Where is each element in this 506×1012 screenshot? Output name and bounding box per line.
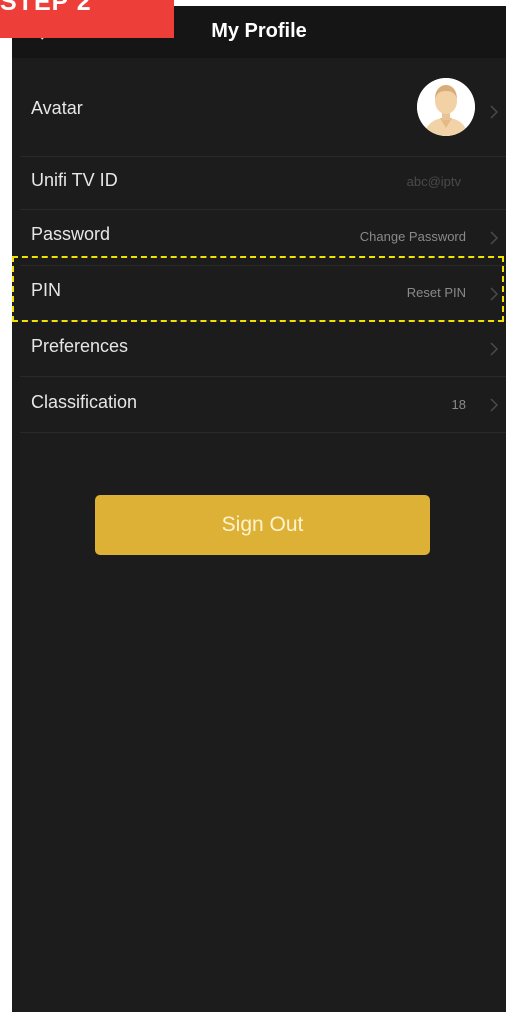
step-badge-label: STEP 2 — [0, 0, 92, 16]
chevron-right-icon — [490, 105, 499, 119]
chevron-right-icon — [490, 231, 499, 245]
avatar-icon — [417, 78, 475, 136]
row-label: Classification — [31, 392, 138, 412]
profile-row-tv-id: Unifi TV ID abc@iptv — [20, 156, 506, 210]
row-label: Avatar — [31, 98, 83, 118]
profile-screen: My Profile Avatar Unifi TV ID abc@iptv P… — [12, 6, 506, 1012]
chevron-right-icon — [490, 398, 499, 412]
sign-out-button[interactable]: Sign Out — [95, 495, 430, 555]
profile-row-preferences[interactable]: Preferences — [20, 320, 506, 377]
tv-id-value: abc@iptv — [406, 174, 461, 189]
change-password-link[interactable]: Change Password — [360, 229, 466, 244]
step-badge: STEP 2 — [0, 0, 174, 38]
classification-value: 18 — [451, 397, 466, 412]
row-label: Password — [31, 224, 111, 244]
row-label: Preferences — [31, 336, 129, 356]
profile-row-classification[interactable]: Classification 18 — [20, 376, 506, 433]
pin-row-highlight — [12, 256, 504, 322]
chevron-right-icon — [490, 342, 499, 356]
row-label: Unifi TV ID — [31, 170, 118, 190]
profile-row-avatar[interactable]: Avatar — [20, 68, 506, 157]
